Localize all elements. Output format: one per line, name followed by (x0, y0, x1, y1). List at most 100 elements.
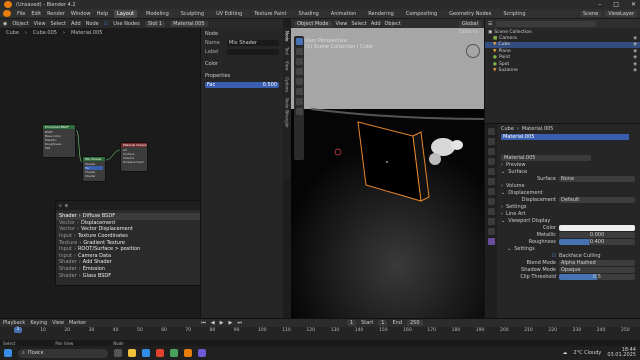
opera-icon[interactable] (156, 349, 164, 357)
shadow-mode-select[interactable]: Opaque (559, 266, 635, 273)
displacement-field[interactable]: Default (559, 196, 635, 203)
tab-shading[interactable]: Shading (295, 10, 321, 18)
tab-scripting[interactable]: Scripting (500, 10, 528, 18)
viewport-menu-select[interactable]: Select (351, 21, 366, 27)
outliner-type-icon[interactable]: ☰ (488, 21, 492, 27)
material-tab-icon[interactable] (487, 238, 495, 245)
tool-tab-icon[interactable] (487, 128, 495, 135)
weather-text[interactable]: 2°C Cloudy (573, 350, 601, 356)
surface-field[interactable]: None (559, 175, 635, 182)
view-layer-tab-icon[interactable] (487, 158, 495, 165)
navigation-gizmo[interactable] (466, 44, 480, 58)
material-datablock[interactable]: Material.005 (497, 154, 640, 161)
search-result-item[interactable]: Input › ROOT/Surface > position (56, 246, 214, 253)
sidebar-tab-node[interactable]: Node (285, 31, 290, 41)
node-section-header[interactable]: Node (205, 31, 279, 37)
output-tab-icon[interactable] (487, 148, 495, 155)
search-result-item[interactable]: Shader › Emission (56, 266, 214, 273)
select-tool-icon[interactable] (295, 38, 303, 45)
clip-threshold-field[interactable]: 0.5 (559, 273, 635, 280)
displacement-panel-header[interactable]: ⌄ Displacement (497, 189, 640, 196)
scene-tab-icon[interactable] (487, 168, 495, 175)
eye-icon[interactable]: ◉ (633, 36, 637, 41)
settings-panel-header[interactable]: › Settings (497, 203, 640, 210)
playhead[interactable]: 1 (14, 327, 22, 333)
start-frame-field[interactable]: 1 (378, 320, 388, 326)
viewport-display-panel-header[interactable]: ⌄ Viewport Display (497, 217, 640, 224)
blender-taskbar-icon[interactable] (184, 349, 192, 357)
timeline-menu-playback[interactable]: Playback (3, 320, 25, 326)
volume-panel-header[interactable]: › Volume (497, 182, 640, 189)
jump-end-button[interactable]: ⏭ (237, 320, 242, 326)
outliner-search[interactable] (496, 20, 597, 27)
viewport-menu-object[interactable]: Object (385, 21, 401, 27)
search-result-item[interactable]: Vector › Displacement (56, 220, 214, 227)
search-result-item[interactable]: Shader › Glass BSDF (56, 272, 214, 279)
viewport-menu-view[interactable]: View (336, 21, 348, 27)
sidebar-tab-tool[interactable]: Tool (285, 47, 290, 55)
cursor-tool-icon[interactable] (295, 48, 303, 55)
sidebar-tab-node-wrangler[interactable]: Node Wrangler (285, 98, 290, 128)
eye-icon[interactable]: ◉ (633, 62, 637, 67)
close-button[interactable]: ✕ (631, 1, 636, 8)
transform-orientation[interactable]: Global (459, 20, 481, 27)
modifier-tab-icon[interactable] (487, 198, 495, 205)
search-result-item[interactable]: Vector › Vector Displacement (56, 226, 214, 233)
sidebar-tab-options[interactable]: Options (285, 77, 290, 92)
search-result-item[interactable]: Input › Texture Coordinates (56, 233, 214, 240)
object-tab-icon[interactable] (487, 188, 495, 195)
scene-selector[interactable]: Scene (579, 10, 602, 17)
chrome-icon[interactable] (170, 349, 178, 357)
physics-tab-icon[interactable] (487, 208, 495, 215)
scale-tool-icon[interactable] (295, 78, 303, 85)
windows-start-icon[interactable] (4, 349, 12, 357)
minimize-button[interactable]: – (598, 1, 601, 8)
prev-key-button[interactable]: ◀ (211, 320, 215, 326)
annotate-tool-icon[interactable] (295, 98, 303, 105)
backface-checkbox[interactable]: ☑ (552, 253, 556, 259)
current-frame-field[interactable]: 1 (346, 320, 357, 326)
fac-slider[interactable]: Fac 0.500 (205, 82, 279, 88)
app-icon[interactable] (198, 349, 206, 357)
tab-animation[interactable]: Animation (328, 10, 360, 18)
play-button[interactable]: ▶ (220, 320, 224, 326)
eye-icon[interactable]: ◉ (633, 55, 637, 60)
eye-icon[interactable]: ◉ (633, 49, 637, 54)
move-tool-icon[interactable] (295, 58, 303, 65)
material-slot-list[interactable]: Material.005 (497, 133, 640, 140)
render-tab-icon[interactable] (487, 138, 495, 145)
rotate-tool-icon[interactable] (295, 68, 303, 75)
search-result-item[interactable]: Shader › Diffuse BSDF (56, 213, 214, 220)
sidebar-tab-view[interactable]: View (285, 61, 290, 71)
view-layer-selector[interactable]: ViewLayer (605, 10, 637, 17)
file-explorer-icon[interactable] (128, 349, 136, 357)
node-name-field[interactable]: Mix Shader (227, 40, 279, 46)
roughness-field[interactable]: 0.400 (559, 238, 635, 245)
search-result-item[interactable]: Texture › Gradient Texture (56, 239, 214, 246)
clock[interactable]: 18:44 03.01.2025 (607, 348, 636, 358)
settings-subpanel-header[interactable]: ⌄ Settings (497, 245, 640, 252)
search-result-item[interactable]: Input › Camera Data (56, 253, 214, 260)
preview-panel-header[interactable]: › Preview (497, 161, 640, 168)
search-result-item[interactable]: Shader › Add Shader (56, 259, 214, 266)
viewport-menu-add[interactable]: Add (371, 21, 381, 27)
end-frame-field[interactable]: 250 (407, 320, 423, 326)
taskbar-search[interactable]: ⌕ Поиск (18, 348, 108, 358)
eye-icon[interactable]: ◉ (633, 42, 637, 47)
viewport-options[interactable]: Options (459, 29, 478, 35)
timeline-menu-view[interactable]: View (52, 320, 64, 326)
tab-compositing[interactable]: Compositing (403, 10, 440, 18)
timeline-ruler[interactable]: 0102030405060708090100110120130140150160… (0, 328, 640, 335)
edge-icon[interactable] (142, 349, 150, 357)
tab-rendering[interactable]: Rendering (365, 10, 397, 18)
node-label-field[interactable] (227, 49, 279, 55)
search-input[interactable]: ⌕ e (56, 201, 214, 210)
line-art-panel-header[interactable]: › Line Art (497, 210, 640, 217)
measure-tool-icon[interactable] (295, 108, 303, 115)
transform-tool-icon[interactable] (295, 88, 303, 95)
tab-geometry-nodes[interactable]: Geometry Nodes (446, 10, 494, 18)
timeline-menu-marker[interactable]: Marker (69, 320, 86, 326)
world-tab-icon[interactable] (487, 178, 495, 185)
object-mode-selector[interactable]: Object Mode (294, 20, 332, 27)
outliner-item[interactable]: ▼ Suzanne ◉ (485, 67, 640, 73)
